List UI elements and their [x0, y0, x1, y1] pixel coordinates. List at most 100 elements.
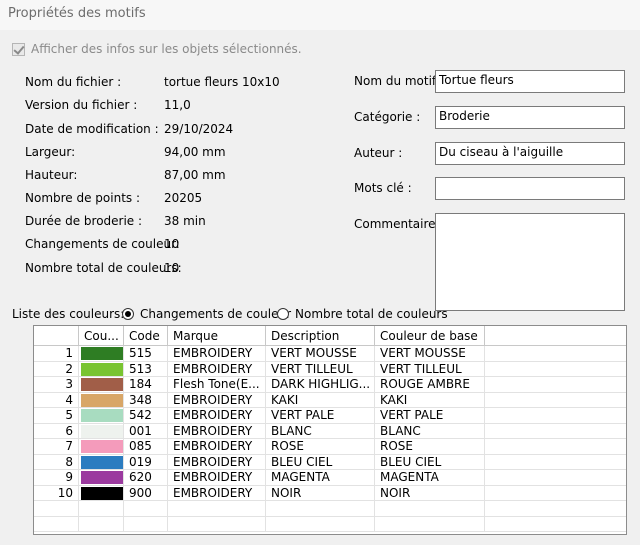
code-cell: 620	[124, 470, 168, 486]
empty-cell	[485, 424, 626, 439]
description-cell: KAKI	[266, 392, 375, 408]
color-swatch-cell	[79, 408, 124, 424]
file-info-label: Nombre total de couleurs:	[25, 261, 182, 275]
code-cell: 348	[124, 392, 168, 408]
color-swatch	[81, 440, 123, 453]
description-cell: VERT MOUSSE	[266, 346, 375, 362]
category-label: Catégorie :	[354, 110, 421, 124]
file-info-row: Nombre de points : 20205	[25, 190, 345, 206]
empty-cell	[485, 393, 626, 408]
empty-cell	[485, 377, 626, 393]
empty-cell	[485, 455, 626, 470]
window-title: Propriétés des motifs	[8, 6, 146, 21]
brand-cell	[168, 516, 266, 532]
color-swatch-cell	[79, 346, 124, 362]
radio-total-colors[interactable]: Nombre total de couleurs	[277, 307, 448, 321]
table-row[interactable]: 3 184 Flesh Tone(E... DARK HIGHLIG... ROUGE …	[34, 377, 626, 393]
file-info-value: 29/10/2024	[164, 122, 234, 136]
color-swatch	[81, 424, 123, 438]
header-description[interactable]: Description	[266, 326, 375, 346]
code-cell: 184	[124, 377, 168, 393]
brand-cell: EMBROIDERY	[168, 439, 266, 455]
row-number	[34, 516, 79, 532]
code-cell: 515	[124, 346, 168, 362]
radio-color-changes-label: Changements de couleur	[140, 307, 292, 321]
brand-cell: EMBROIDERY	[168, 454, 266, 470]
code-cell: 019	[124, 454, 168, 470]
color-list-table[interactable]: Cou... Code Marque Description Couleur d…	[33, 325, 627, 535]
base-color-cell: NOIR	[375, 485, 485, 501]
description-cell: DARK HIGHLIG...	[266, 377, 375, 393]
description-cell: BLANC	[266, 423, 375, 439]
base-color-cell: ROUGE AMBRE	[375, 377, 485, 393]
table-header: Cou... Code Marque Description Couleur d…	[34, 326, 626, 346]
code-cell: 900	[124, 485, 168, 501]
code-cell: 085	[124, 439, 168, 455]
color-swatch	[81, 455, 123, 469]
show-info-label: Afficher des infos sur les objets sélect…	[31, 42, 302, 56]
base-color-cell: MAGENTA	[375, 470, 485, 486]
table-row[interactable]: 4 348 EMBROIDERY KAKI KAKI	[34, 392, 626, 408]
table-row[interactable]: 7 085 EMBROIDERY ROSE ROSE	[34, 439, 626, 455]
category-input[interactable]: Broderie	[435, 106, 625, 129]
header-base-color[interactable]: Couleur de base	[375, 326, 485, 346]
radio-total-colors-circle[interactable]	[277, 308, 289, 320]
keywords-input[interactable]	[435, 177, 625, 200]
code-cell: 542	[124, 408, 168, 424]
table-row[interactable]: 10 900 EMBROIDERY NOIR NOIR	[34, 485, 626, 501]
table-row[interactable]: 6 001 EMBROIDERY BLANC BLANC	[34, 423, 626, 439]
header-code[interactable]: Code	[124, 326, 168, 346]
empty-cell	[485, 501, 626, 517]
row-number: 5	[34, 408, 79, 424]
table-row[interactable]: 2 513 EMBROIDERY VERT TILLEUL VERT TILLEUL	[34, 361, 626, 377]
table-row	[34, 516, 626, 532]
description-cell: BLEU CIEL	[266, 454, 375, 470]
design-name-label: Nom du motif :	[354, 74, 445, 88]
row-number: 1	[34, 346, 79, 362]
file-info-row: Durée de broderie : 38 min	[25, 213, 345, 229]
file-info-label: Largeur:	[25, 145, 76, 159]
file-info-row: Nombre total de couleurs: 10	[25, 260, 345, 276]
color-swatch	[81, 347, 123, 360]
color-swatch-cell	[79, 392, 124, 408]
header-color[interactable]: Cou...	[79, 326, 124, 346]
table-row[interactable]: 1 515 EMBROIDERY VERT MOUSSE VERT MOUSSE	[34, 346, 626, 362]
file-info-label: Version du fichier :	[25, 98, 138, 112]
code-cell	[124, 501, 168, 517]
radio-color-changes-circle[interactable]	[122, 308, 134, 320]
radio-total-colors-label: Nombre total de couleurs	[295, 307, 448, 321]
brand-cell: EMBROIDERY	[168, 361, 266, 377]
brand-cell: EMBROIDERY	[168, 485, 266, 501]
header-row-number[interactable]	[34, 326, 79, 346]
brand-cell	[168, 501, 266, 517]
base-color-cell: BLEU CIEL	[375, 454, 485, 470]
description-cell	[266, 501, 375, 517]
color-swatch	[81, 471, 123, 484]
file-info-value: 10	[164, 237, 180, 251]
empty-cell	[485, 362, 626, 377]
header-brand[interactable]: Marque	[168, 326, 266, 346]
color-swatch-cell	[79, 454, 124, 470]
base-color-cell	[375, 516, 485, 532]
author-input[interactable]: Du ciseau à l'aiguille	[435, 142, 625, 165]
checkbox-box[interactable]	[12, 42, 25, 56]
description-cell: NOIR	[266, 485, 375, 501]
table-row	[34, 501, 626, 517]
comments-textarea[interactable]	[435, 213, 625, 311]
file-info-value: 11,0	[164, 98, 191, 112]
show-info-checkbox[interactable]: Afficher des infos sur les objets sélect…	[12, 42, 302, 56]
base-color-cell: BLANC	[375, 423, 485, 439]
color-swatch-cell	[79, 377, 124, 393]
empty-cell	[485, 486, 626, 501]
color-swatch-cell	[79, 361, 124, 377]
file-info-label: Date de modification :	[25, 122, 159, 136]
design-name-input[interactable]: Tortue fleurs	[435, 70, 625, 93]
brand-cell: EMBROIDERY	[168, 392, 266, 408]
table-row[interactable]: 8 019 EMBROIDERY BLEU CIEL BLEU CIEL	[34, 454, 626, 470]
file-info-row: Changements de couleur: 10	[25, 236, 345, 252]
color-swatch	[81, 362, 123, 376]
radio-color-changes[interactable]: Changements de couleur	[122, 307, 291, 321]
table-row[interactable]: 9 620 EMBROIDERY MAGENTA MAGENTA	[34, 470, 626, 486]
file-info-value: 38 min	[164, 214, 206, 228]
table-row[interactable]: 5 542 EMBROIDERY VERT PALE VERT PALE	[34, 408, 626, 424]
